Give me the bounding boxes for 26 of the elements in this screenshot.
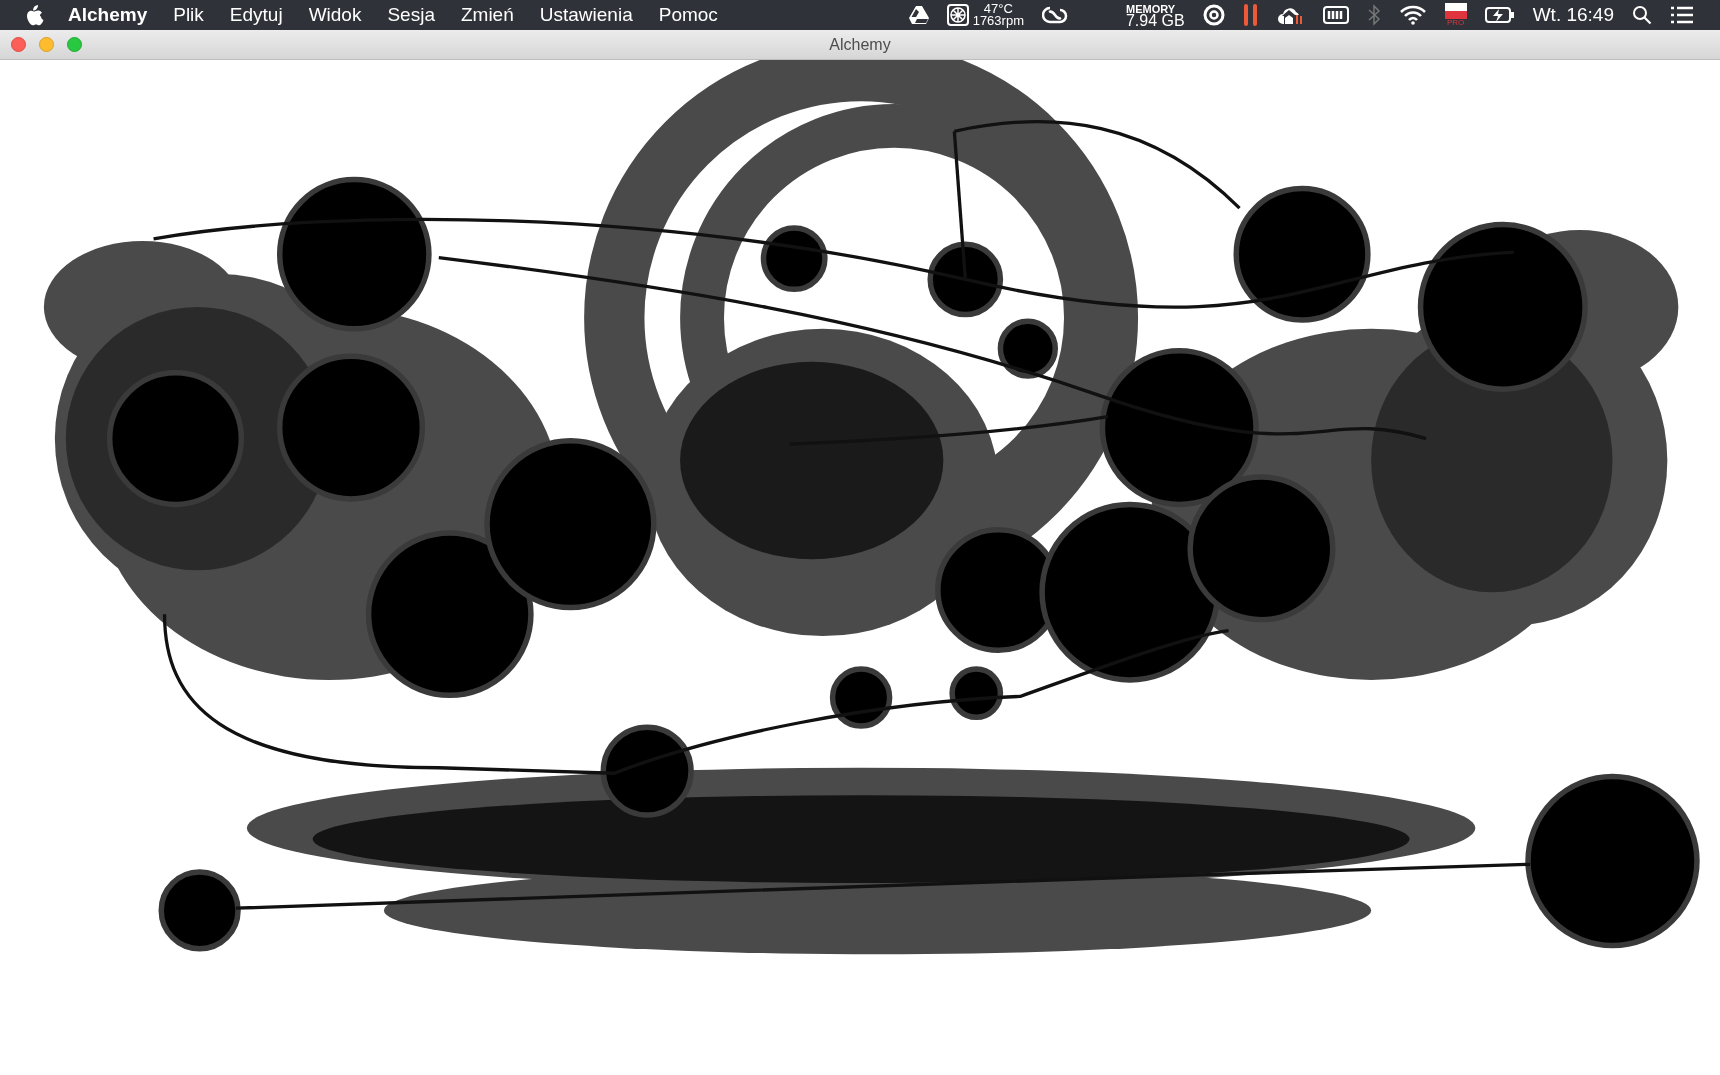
menu-item[interactable]: Zmień: [460, 0, 514, 30]
fan-icon[interactable]: [946, 4, 969, 26]
menu-item[interactable]: Widok: [308, 0, 362, 30]
menu-item[interactable]: Ustawienia: [539, 0, 633, 30]
menu-icon[interactable]: [1670, 6, 1694, 24]
memory-label: MEMORY: [1125, 3, 1176, 15]
memory-chip-icon[interactable]: [1322, 5, 1349, 25]
wifi-icon[interactable]: [1398, 5, 1427, 25]
search-icon[interactable]: [1632, 5, 1652, 25]
menu-item[interactable]: Plik: [173, 0, 204, 30]
temperature-reading: 47°C: [983, 3, 1013, 15]
app-menu[interactable]: Alchemy: [68, 0, 148, 30]
pro-label: PRO: [1447, 19, 1465, 27]
window-title: Alchemy: [829, 34, 891, 55]
apple-icon[interactable]: [26, 4, 44, 26]
pause-icon[interactable]: [1242, 3, 1259, 27]
battery-charging-icon[interactable]: [1484, 6, 1515, 24]
fan-speed-reading: 1763rpm: [972, 15, 1024, 27]
menu-item[interactable]: Edytuj: [229, 0, 283, 30]
bluetooth-icon[interactable]: [1366, 4, 1381, 26]
menu-item[interactable]: Pomoc: [658, 0, 718, 30]
flag-icon[interactable]: [1444, 3, 1467, 19]
menu-item[interactable]: Sesja: [387, 0, 435, 30]
clock[interactable]: Wt. 16:49: [1532, 0, 1614, 30]
close-button[interactable]: [11, 37, 26, 52]
memory-value[interactable]: 7.94 GB: [1125, 15, 1185, 27]
